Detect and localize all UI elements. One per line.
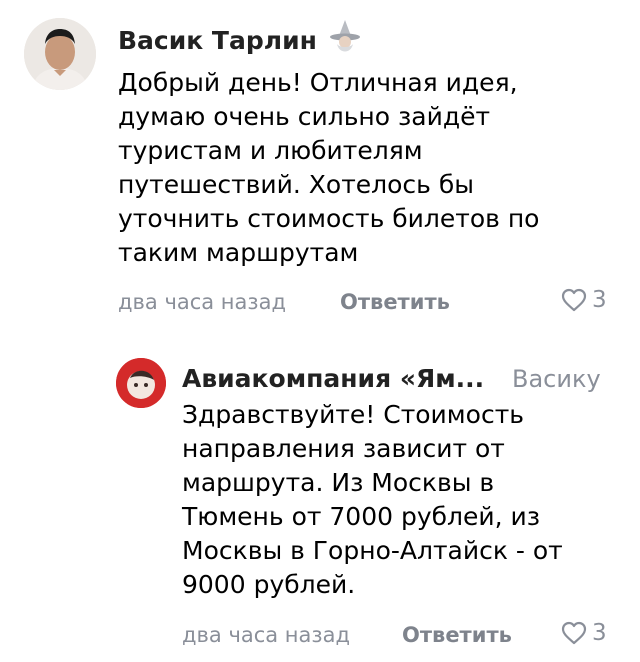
comment-author[interactable]: Васик Тарлин [118,26,317,56]
airline-logo-icon [116,358,166,408]
comment-author[interactable]: Авиакомпания «Ям... [182,364,484,394]
reply-to-name[interactable]: Васику [512,364,601,394]
wizard-badge-icon [326,18,364,56]
like-button[interactable]: 3 [560,287,607,313]
avatar[interactable] [116,358,166,408]
comment-time: два часа назад [182,623,350,647]
like-count: 3 [592,287,607,313]
comment-text: Здравствуйте! Стоимость направления зави… [182,400,563,599]
avatar[interactable] [24,18,96,90]
heart-icon [561,621,587,645]
like-button[interactable]: 3 [560,620,607,646]
reply-button[interactable]: Ответить [402,622,512,648]
reply-comment: Авиакомпания «Ям... Васику Здравствуйте!… [0,330,640,662]
user-photo-icon [24,18,96,90]
reply-button[interactable]: Ответить [340,289,450,315]
heart-icon [561,288,587,312]
like-count: 3 [592,620,607,646]
comment-time: два часа назад [118,290,286,314]
comment: Васик Тарлин Добрый день! Отличная идея,… [0,0,640,330]
comment-text: Добрый день! Отличная идея, думаю очень … [118,68,540,267]
